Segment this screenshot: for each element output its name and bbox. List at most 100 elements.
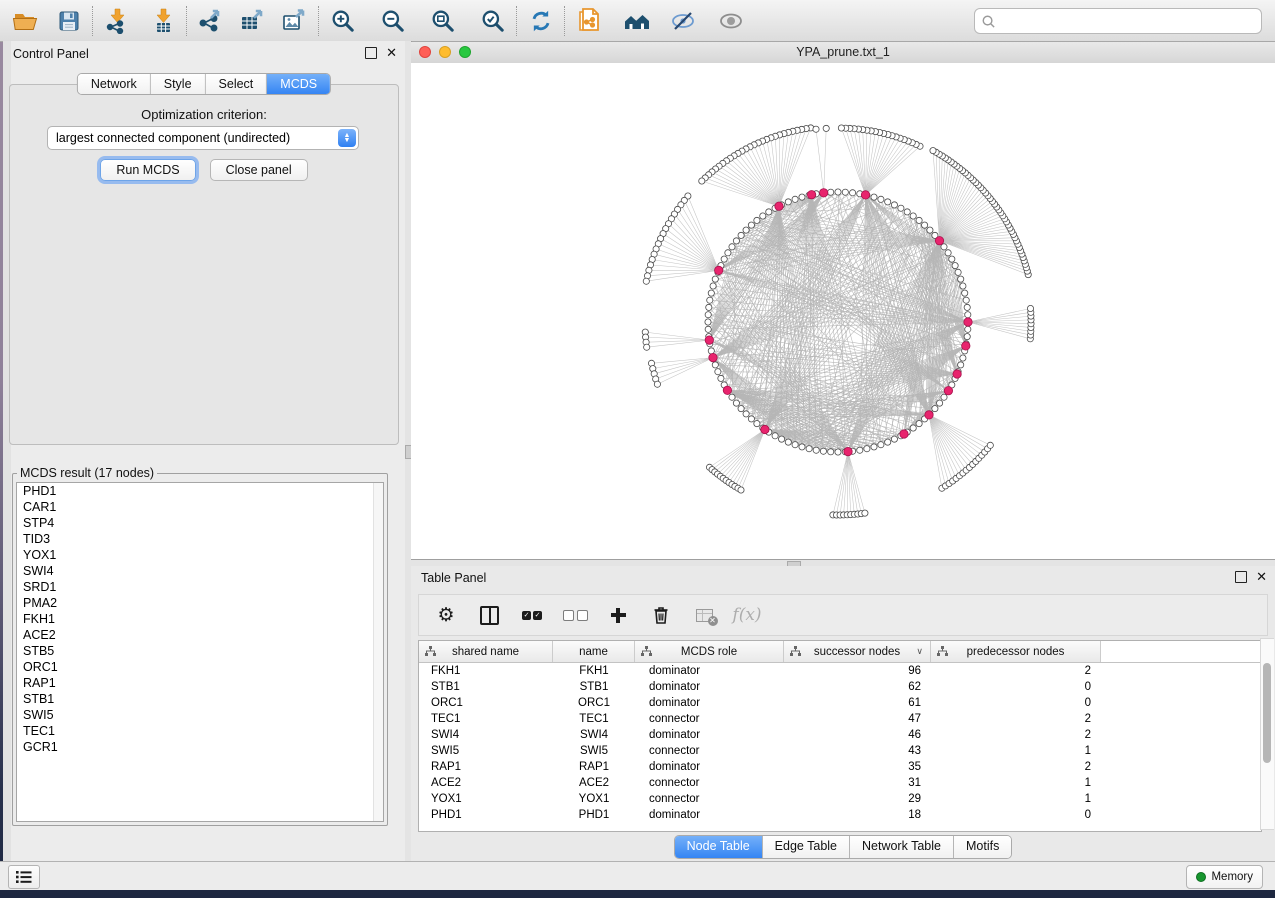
network-graph[interactable] [411,63,1275,559]
mcds-result-list[interactable]: PHD1CAR1STP4TID3YOX1SWI4SRD1PMA2FKH1ACE2… [16,482,384,822]
search-field[interactable] [974,8,1262,34]
tab-node-table[interactable]: Node Table [675,836,763,858]
column-header-shared-name[interactable]: shared name [419,641,553,662]
attribute-icon [937,646,948,657]
zoom-out-button[interactable] [376,4,410,38]
cell-predecessor-nodes: 1 [931,791,1101,807]
list-icon [16,870,32,884]
import-table-button[interactable] [146,4,180,38]
function-builder-button[interactable]: f(x) [734,602,760,628]
table-row[interactable]: PHD1PHD1dominator180 [419,807,1261,823]
cell-mcds-role: dominator [635,679,784,695]
cell-predecessor-nodes: 0 [931,695,1101,711]
table-scrollbar-thumb[interactable] [1263,663,1271,763]
cell-successor-nodes: 31 [784,775,931,791]
columns-icon [480,606,499,625]
mcds-result-item[interactable]: GCR1 [17,739,383,755]
column-header-predecessor-nodes[interactable]: predecessor nodes [931,641,1101,662]
mcds-result-item[interactable]: SWI5 [17,707,383,723]
delete-table-button[interactable]: ✕ [691,602,717,628]
table-row[interactable]: ORC1ORC1dominator610 [419,695,1261,711]
export-table-button[interactable] [236,4,270,38]
memory-button[interactable]: Memory [1186,865,1263,889]
column-settings-button[interactable]: ⚙ [433,602,459,628]
export-image-icon [281,8,309,34]
toolbar-separator [92,6,94,36]
table-row[interactable]: YOX1YOX1connector291 [419,791,1261,807]
save-session-button[interactable] [52,4,86,38]
zoom-selected-icon [480,8,506,34]
export-image-button[interactable] [278,4,312,38]
mcds-result-item[interactable]: SRD1 [17,579,383,595]
mcds-result-item[interactable]: CAR1 [17,499,383,515]
tab-network[interactable]: Network [78,74,151,94]
tab-style[interactable]: Style [151,74,206,94]
refresh-layout-button[interactable] [524,4,558,38]
table-row[interactable]: SWI4SWI4dominator462 [419,727,1261,743]
cell-shared-name: ACE2 [419,775,553,791]
cell-successor-nodes: 62 [784,679,931,695]
mcds-result-item[interactable]: TEC1 [17,723,383,739]
mcds-result-item[interactable]: PHD1 [17,483,383,499]
open-file-button[interactable] [8,4,42,38]
home-pages-button[interactable] [620,4,654,38]
add-column-button[interactable] [605,602,631,628]
table-row[interactable]: STB1STB1dominator620 [419,679,1261,695]
tab-mcds[interactable]: MCDS [267,74,330,94]
network-list-button[interactable] [8,865,40,889]
mcds-result-item[interactable]: YOX1 [17,547,383,563]
export-network-button[interactable] [194,4,228,38]
tab-network-table[interactable]: Network Table [850,836,954,858]
mcds-result-item[interactable]: PMA2 [17,595,383,611]
cell-predecessor-nodes: 2 [931,663,1101,679]
zoom-selected-button[interactable] [476,4,510,38]
mcds-result-item[interactable]: ACE2 [17,627,383,643]
column-header-successor-nodes[interactable]: successor nodes ∨ [784,641,931,662]
table-row[interactable]: TEC1TEC1connector472 [419,711,1261,727]
zoom-in-button[interactable] [326,4,360,38]
eye-slash-icon [669,9,697,33]
import-network-button[interactable] [100,4,134,38]
mcds-result-item[interactable]: SWI4 [17,563,383,579]
table-row[interactable]: FKH1FKH1dominator962 [419,663,1261,679]
table-delete-icon: ✕ [696,609,713,622]
network-window-titlebar[interactable]: YPA_prune.txt_1 [411,42,1275,64]
import-table-icon [150,8,176,34]
cell-mcds-role: connector [635,791,784,807]
mcds-result-item[interactable]: TID3 [17,531,383,547]
close-panel-button[interactable]: ✕ [386,48,397,58]
mcds-result-item[interactable]: ORC1 [17,659,383,675]
network-document-button[interactable] [572,4,606,38]
run-mcds-button[interactable]: Run MCDS [100,159,195,181]
cell-successor-nodes: 46 [784,727,931,743]
table-row[interactable]: RAP1RAP1dominator352 [419,759,1261,775]
close-table-panel-button[interactable]: ✕ [1256,572,1267,582]
mcds-list-scrollbar[interactable] [373,483,383,821]
show-glyphs-button[interactable] [714,4,748,38]
optimization-select[interactable]: largest connected component (undirected)… [47,126,359,150]
mcds-result-item[interactable]: STB5 [17,643,383,659]
column-header-mcds-role[interactable]: MCDS role [635,641,784,662]
mcds-result-item[interactable]: RAP1 [17,675,383,691]
tab-edge-table[interactable]: Edge Table [763,836,850,858]
float-panel-button[interactable] [365,47,377,59]
search-input[interactable] [996,11,1261,31]
zoom-fit-button[interactable] [426,4,460,38]
tab-select[interactable]: Select [206,74,268,94]
tab-motifs[interactable]: Motifs [954,836,1011,858]
show-column-panel-button[interactable] [476,602,502,628]
network-canvas[interactable] [411,63,1275,559]
mcds-result-item[interactable]: STB1 [17,691,383,707]
hide-glyphs-button[interactable] [666,4,700,38]
mcds-result-item[interactable]: FKH1 [17,611,383,627]
mcds-result-item[interactable]: STP4 [17,515,383,531]
table-row[interactable]: SWI5SWI5connector431 [419,743,1261,759]
table-row[interactable]: ACE2ACE2connector311 [419,775,1261,791]
select-all-button[interactable]: ✓✓ [519,602,545,628]
column-header-name[interactable]: name [553,641,635,662]
delete-column-button[interactable] [648,602,674,628]
table-scrollbar[interactable] [1260,638,1274,830]
deselect-all-button[interactable] [562,602,588,628]
float-table-panel-button[interactable] [1235,571,1247,583]
close-panel-button-mcds[interactable]: Close panel [210,159,308,181]
